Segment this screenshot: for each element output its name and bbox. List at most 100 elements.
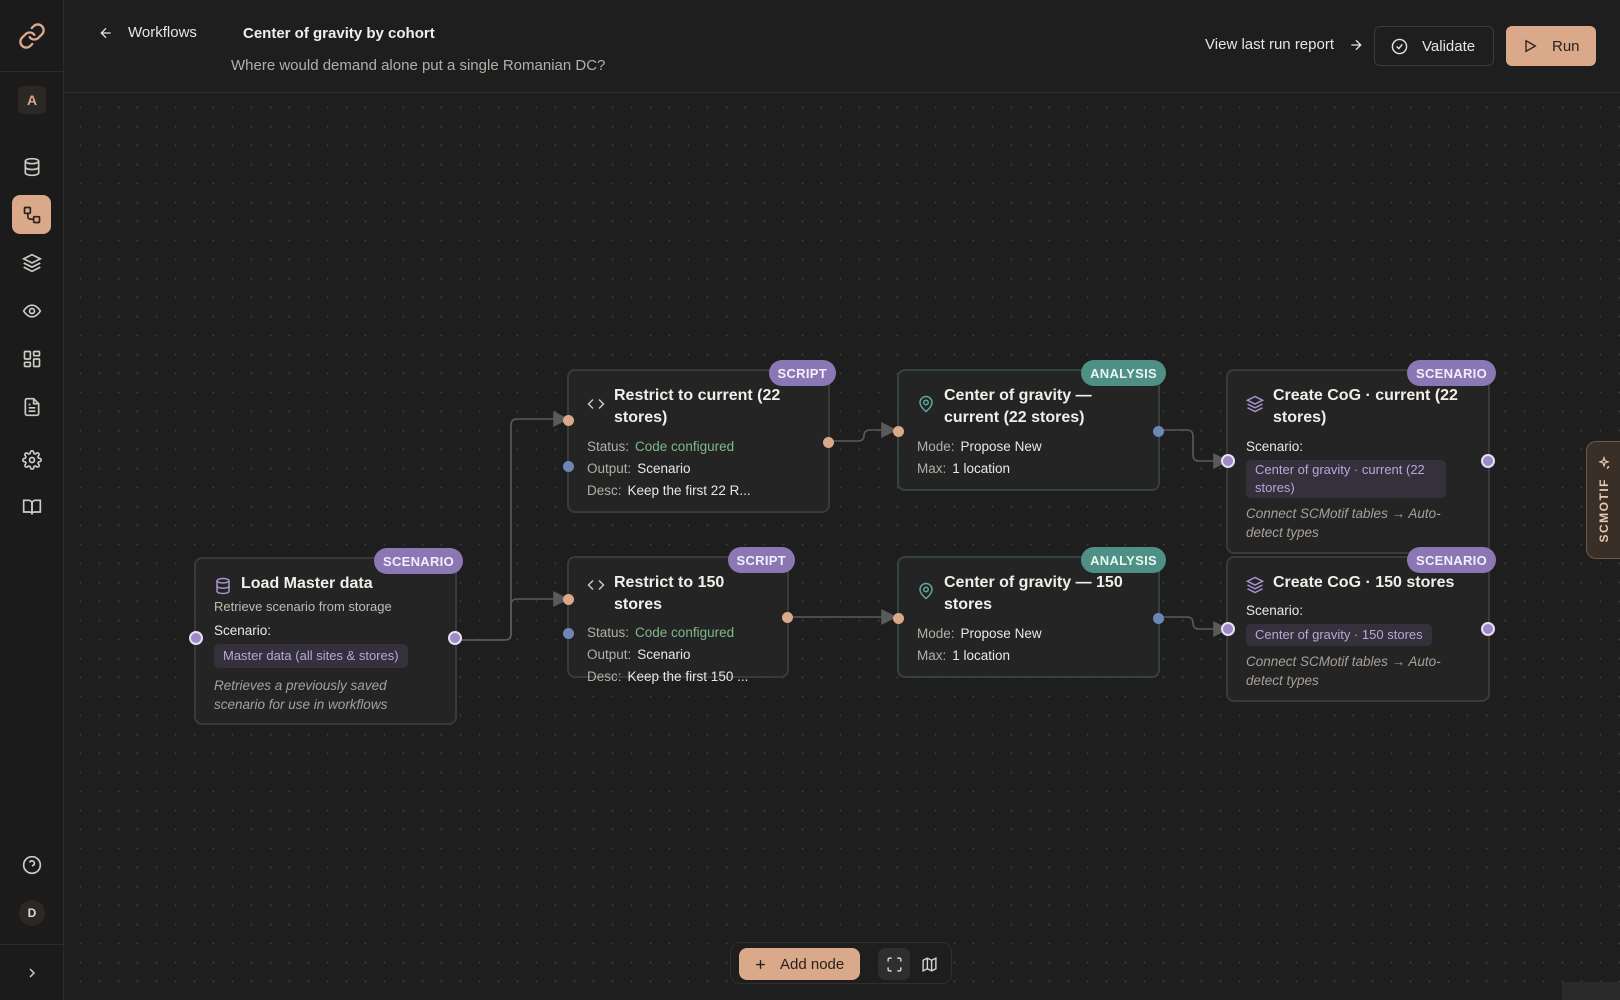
sidebar-item-view[interactable] <box>12 291 51 330</box>
sidebar-expand-button[interactable] <box>0 944 63 1000</box>
code-icon <box>587 579 605 591</box>
database-icon <box>24 157 39 176</box>
node-type-badge: SCENARIO <box>373 548 463 574</box>
max-value: 1 location <box>952 461 1011 476</box>
layers-icon <box>1246 576 1264 594</box>
node-description: Retrieve scenario from storage <box>214 599 392 614</box>
output-port[interactable] <box>1481 454 1495 468</box>
sidebar-item-data[interactable] <box>12 147 51 186</box>
node-note: Connect SCMotif tables → Auto-detect typ… <box>1246 654 1441 688</box>
output-port[interactable] <box>448 631 462 645</box>
workflow-header: Workflows Center of gravity by cohort Wh… <box>64 0 1620 93</box>
output-port[interactable] <box>823 437 834 448</box>
sidebar-item-workflows[interactable] <box>12 195 51 234</box>
status-value: Code configured <box>635 625 735 640</box>
node-type-badge: ANALYSIS <box>1081 547 1166 573</box>
workspace-avatar[interactable]: A <box>18 86 46 114</box>
node-create-cog-150[interactable]: SCENARIO Create CoG · 150 stores Scenari… <box>1221 547 1496 702</box>
sidebar-item-docs[interactable] <box>12 487 51 526</box>
max-label: Max: <box>917 648 947 663</box>
sidebar-item-settings[interactable] <box>12 440 51 479</box>
scenario-label: Scenario: <box>1246 439 1304 454</box>
app-logo[interactable] <box>0 0 63 72</box>
back-to-workflows-link[interactable]: Workflows <box>98 24 197 41</box>
view-last-run-report-link[interactable]: View last run report <box>1205 36 1364 53</box>
layers-icon <box>21 253 42 272</box>
scenario-chip[interactable]: Master data (all sites & stores) <box>214 644 408 668</box>
node-title: Load Master data <box>241 575 373 592</box>
minimap-toggle-button[interactable] <box>913 948 945 980</box>
node-title: Create CoG · 150 stores <box>1273 574 1455 591</box>
max-label: Max: <box>917 461 947 476</box>
desc-value: Keep the first 22 R... <box>627 483 751 498</box>
back-label: Workflows <box>128 24 197 41</box>
node-restrict-to-150[interactable]: SCRIPT Restrict to 150 stores Status: Cod… <box>563 547 795 684</box>
max-row: Max: 1 location <box>917 645 1140 667</box>
sidebar-item-dashboard[interactable] <box>12 339 51 378</box>
secondary-input-port[interactable] <box>563 628 574 639</box>
book-icon <box>22 499 41 515</box>
node-load-master-data[interactable]: SCENARIO Load Master data Retrieve scena… <box>189 548 463 725</box>
input-port[interactable] <box>189 631 203 645</box>
settings-icon <box>21 449 42 470</box>
output-row: Output: Scenario <box>587 458 810 480</box>
output-label: Output: <box>587 461 632 476</box>
scmotif-tab-label: SCMOTIF <box>1596 478 1611 543</box>
sidebar-item-help[interactable] <box>12 845 51 884</box>
fit-view-button[interactable] <box>878 948 910 980</box>
sidebar-item-scenarios[interactable] <box>12 243 51 282</box>
node-title: Center of gravity — 150 stores <box>944 574 1123 613</box>
scenario-chip[interactable]: Center of gravity · current (22 stores) <box>1246 460 1446 498</box>
node-restrict-to-current[interactable]: SCRIPT Restrict to current (22 stores) S… <box>563 360 836 513</box>
node-title: Create CoG · current (22 stores) <box>1273 387 1458 426</box>
desc-row: Desc: Keep the first 22 R... <box>587 480 810 502</box>
layers-icon <box>1246 395 1264 413</box>
scenario-chip[interactable]: Center of gravity · 150 stores <box>1246 624 1432 646</box>
view-report-label: View last run report <box>1205 36 1334 53</box>
run-button[interactable]: Run <box>1506 26 1596 66</box>
scenario-label: Scenario: <box>214 623 272 638</box>
input-port[interactable] <box>563 415 574 426</box>
validate-button[interactable]: Validate <box>1374 26 1494 66</box>
node-type-badge: SCENARIO <box>1406 360 1496 386</box>
node-cog-150[interactable]: ANALYSIS Center of gravity — 150 stores … <box>893 547 1166 678</box>
node-cog-current[interactable]: ANALYSIS Center of gravity — current (22… <box>893 360 1166 491</box>
node-title: Restrict to 150 stores <box>614 574 725 613</box>
add-node-button[interactable]: Add node <box>739 948 860 980</box>
database-icon <box>216 577 230 595</box>
input-port[interactable] <box>893 613 904 624</box>
map-pin-icon <box>919 395 933 413</box>
node-create-cog-current[interactable]: SCENARIO Create CoG · current (22 stores… <box>1221 360 1496 554</box>
user-avatar[interactable]: D <box>19 900 45 926</box>
input-port[interactable] <box>1221 454 1235 468</box>
link-logo-icon <box>18 22 45 49</box>
status-label: Status: <box>587 625 630 640</box>
mode-label: Mode: <box>917 626 955 641</box>
sidebar: A D <box>0 0 64 1000</box>
desc-label: Desc: <box>587 669 622 684</box>
scmotif-panel-tab[interactable]: SCMOTIF <box>1586 441 1620 559</box>
input-port[interactable] <box>563 594 574 605</box>
sidebar-item-reports[interactable] <box>12 387 51 426</box>
output-port[interactable] <box>1153 426 1164 437</box>
output-port[interactable] <box>1481 622 1495 636</box>
output-port[interactable] <box>1153 613 1164 624</box>
map-icon <box>921 956 937 972</box>
input-port[interactable] <box>1221 622 1235 636</box>
secondary-input-port[interactable] <box>563 461 574 472</box>
node-title: Center of gravity — current (22 stores) <box>944 387 1092 426</box>
node-note: Retrieves a previously saved scenario fo… <box>214 678 388 712</box>
node-title: Restrict to current (22 stores) <box>614 387 781 426</box>
status-row: Status: Code configured <box>587 622 769 644</box>
output-port[interactable] <box>782 612 793 623</box>
desc-row: Desc: Keep the first 150 ... <box>587 666 769 688</box>
mode-label: Mode: <box>917 439 955 454</box>
fullscreen-icon <box>886 956 902 972</box>
workflow-icon <box>23 206 40 223</box>
input-port[interactable] <box>893 426 904 437</box>
help-icon <box>22 855 41 874</box>
node-type-badge: SCRIPT <box>727 547 795 573</box>
mode-row: Mode: Propose New <box>917 436 1140 458</box>
canvas-toolbar: Add node <box>730 942 952 984</box>
play-icon <box>1525 39 1537 53</box>
